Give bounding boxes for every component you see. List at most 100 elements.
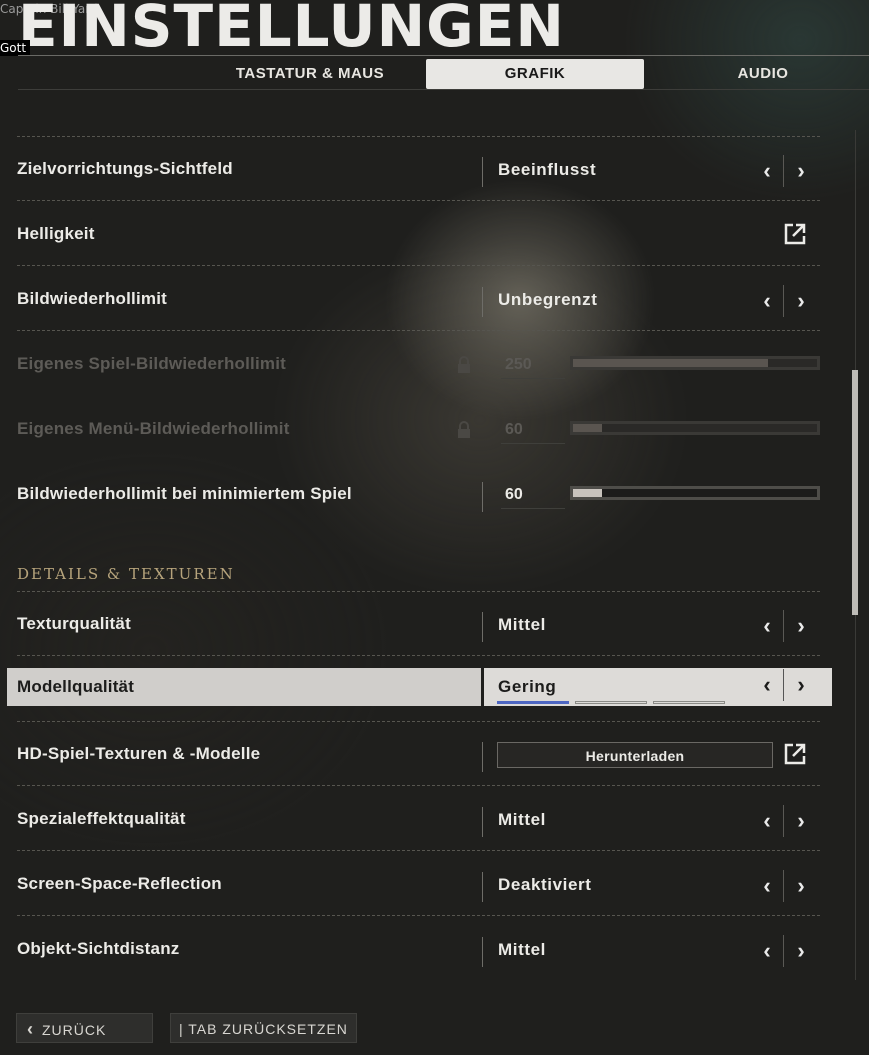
setting-label: Bildwiederhollimit bei minimiertem Spiel [17,484,352,503]
value-selector: ‹ › [757,805,809,837]
row-divider [17,655,820,656]
setting-label: Bildwiederhollimit [17,289,168,308]
settings-tabs: TASTATUR & MAUS GRAFIK AUDIO [196,59,869,89]
column-separator [482,872,483,902]
chevron-left-icon[interactable]: ‹ [757,610,777,642]
chevron-left-icon[interactable]: ‹ [757,155,777,187]
row-divider [17,785,820,786]
chevron-left-icon[interactable]: ‹ [757,285,777,317]
setting-label: Screen-Space-Reflection [17,874,222,893]
row-divider [17,200,820,201]
chevron-right-icon[interactable]: › [791,285,811,317]
arrow-divider [783,669,784,701]
arrow-divider [783,935,784,967]
quality-level-indicator [497,701,737,705]
slider-fill [573,424,603,432]
setting-row-framerate-limit[interactable]: Bildwiederhollimit Unbegrenzt ‹ › [17,267,820,331]
setting-row-minimized-limit[interactable]: Bildwiederhollimit bei minimiertem Spiel… [17,462,820,526]
setting-value: Mittel [498,810,546,829]
scrollbar-thumb[interactable] [852,370,858,615]
setting-label: Objekt-Sichtdistanz [17,939,180,958]
chevron-left-icon[interactable]: ‹ [757,870,777,902]
chevron-left-icon[interactable]: ‹ [757,805,777,837]
column-separator [482,742,483,772]
setting-label: Helligkeit [17,224,95,243]
chevron-right-icon[interactable]: › [791,610,811,642]
level-segment [653,701,725,704]
reset-tab-button[interactable]: | TAB ZURÜCKSETZEN [170,1013,357,1043]
setting-row-custom-menu-limit: Eigenes Menü-Bildwiederhollimit 60 [17,397,820,461]
slider-value-input[interactable]: 60 [501,482,565,509]
setting-row-object-distance[interactable]: Objekt-Sichtdistanz Mittel ‹ › [17,917,820,981]
external-link-icon[interactable] [782,741,808,767]
row-divider [17,850,820,851]
setting-value: Beeinflusst [498,160,597,179]
setting-label: Texturqualität [17,614,131,633]
tab-keyboard-mouse[interactable]: TASTATUR & MAUS [196,59,424,89]
value-selector: ‹ › [757,155,809,187]
external-link-icon[interactable] [782,221,808,247]
setting-label: Eigenes Menü-Bildwiederhollimit [17,419,290,438]
slider-value: 60 [501,417,565,444]
chevron-right-icon[interactable]: › [791,155,811,187]
chevron-left-icon[interactable]: ‹ [757,935,777,967]
value-selector: ‹ › [757,669,809,701]
column-separator [482,937,483,967]
column-separator [482,482,483,512]
setting-value: Deaktiviert [498,875,592,894]
chevron-left-icon[interactable]: ‹ [757,669,777,701]
setting-row-custom-game-limit: Eigenes Spiel-Bildwiederhollimit 250 [17,332,820,396]
reset-label: | TAB ZURÜCKSETZEN [179,1021,348,1037]
title-divider [18,55,869,56]
setting-value: Mittel [498,940,546,959]
back-label: ZURÜCK [42,1022,107,1038]
chevron-right-icon[interactable]: › [791,935,811,967]
chevron-right-icon[interactable]: › [791,805,811,837]
row-divider [17,915,820,916]
value-selector: ‹ › [757,935,809,967]
framerate-slider [570,421,820,435]
setting-label: Spezialeffektqualität [17,809,186,828]
setting-row-special-effects[interactable]: Spezialeffektqualität Mittel ‹ › [17,787,820,851]
page-title: EINSTELLUNGEN [18,0,565,60]
setting-row-texture-quality[interactable]: Texturqualität Mittel ‹ › [17,592,820,656]
back-button[interactable]: ‹ ZURÜCK [16,1013,153,1043]
arrow-divider [783,610,784,642]
arrow-divider [783,805,784,837]
framerate-slider [570,356,820,370]
chevron-right-icon[interactable]: › [791,669,811,701]
lock-icon [458,356,470,373]
column-separator [482,807,483,837]
tab-audio[interactable]: AUDIO [656,59,869,89]
chevron-left-icon: ‹ [27,1019,34,1039]
value-selector: ‹ › [757,610,809,642]
setting-value: Unbegrenzt [498,290,598,309]
setting-row-aim-fov[interactable]: Zielvorrichtungs-Sichtfeld Beeinflusst ‹… [17,137,820,201]
setting-row-ssr[interactable]: Screen-Space-Reflection Deaktiviert ‹ › [17,852,820,916]
column-separator [482,612,483,642]
framerate-slider[interactable] [570,486,820,500]
arrow-divider [783,870,784,902]
setting-value: Mittel [498,615,546,634]
arrow-divider [783,155,784,187]
lock-icon [458,421,470,438]
setting-label: Eigenes Spiel-Bildwiederhollimit [17,354,287,373]
value-selector: ‹ › [757,285,809,317]
value-selector: ‹ › [757,870,809,902]
column-separator [482,157,483,187]
setting-row-brightness[interactable]: Helligkeit [17,202,820,266]
arrow-divider [783,285,784,317]
row-divider [17,265,820,266]
setting-row-model-quality[interactable]: Modellqualität Gering ‹ › [7,665,832,729]
download-button[interactable]: Herunterladen [497,742,773,768]
column-separator [482,287,483,317]
chevron-right-icon[interactable]: › [791,870,811,902]
setting-row-hd-textures[interactable]: HD-Spiel-Texturen & -Modelle Herunterlad… [17,722,820,786]
overlay-tag: Gott [0,40,31,56]
tab-graphics[interactable]: GRAFIK [426,59,644,89]
slider-fill [573,489,603,497]
setting-label: Modellqualität [17,677,135,696]
tab-divider [18,89,869,90]
section-title: DETAILS & TEXTUREN [17,565,235,583]
setting-label: HD-Spiel-Texturen & -Modelle [17,744,261,763]
